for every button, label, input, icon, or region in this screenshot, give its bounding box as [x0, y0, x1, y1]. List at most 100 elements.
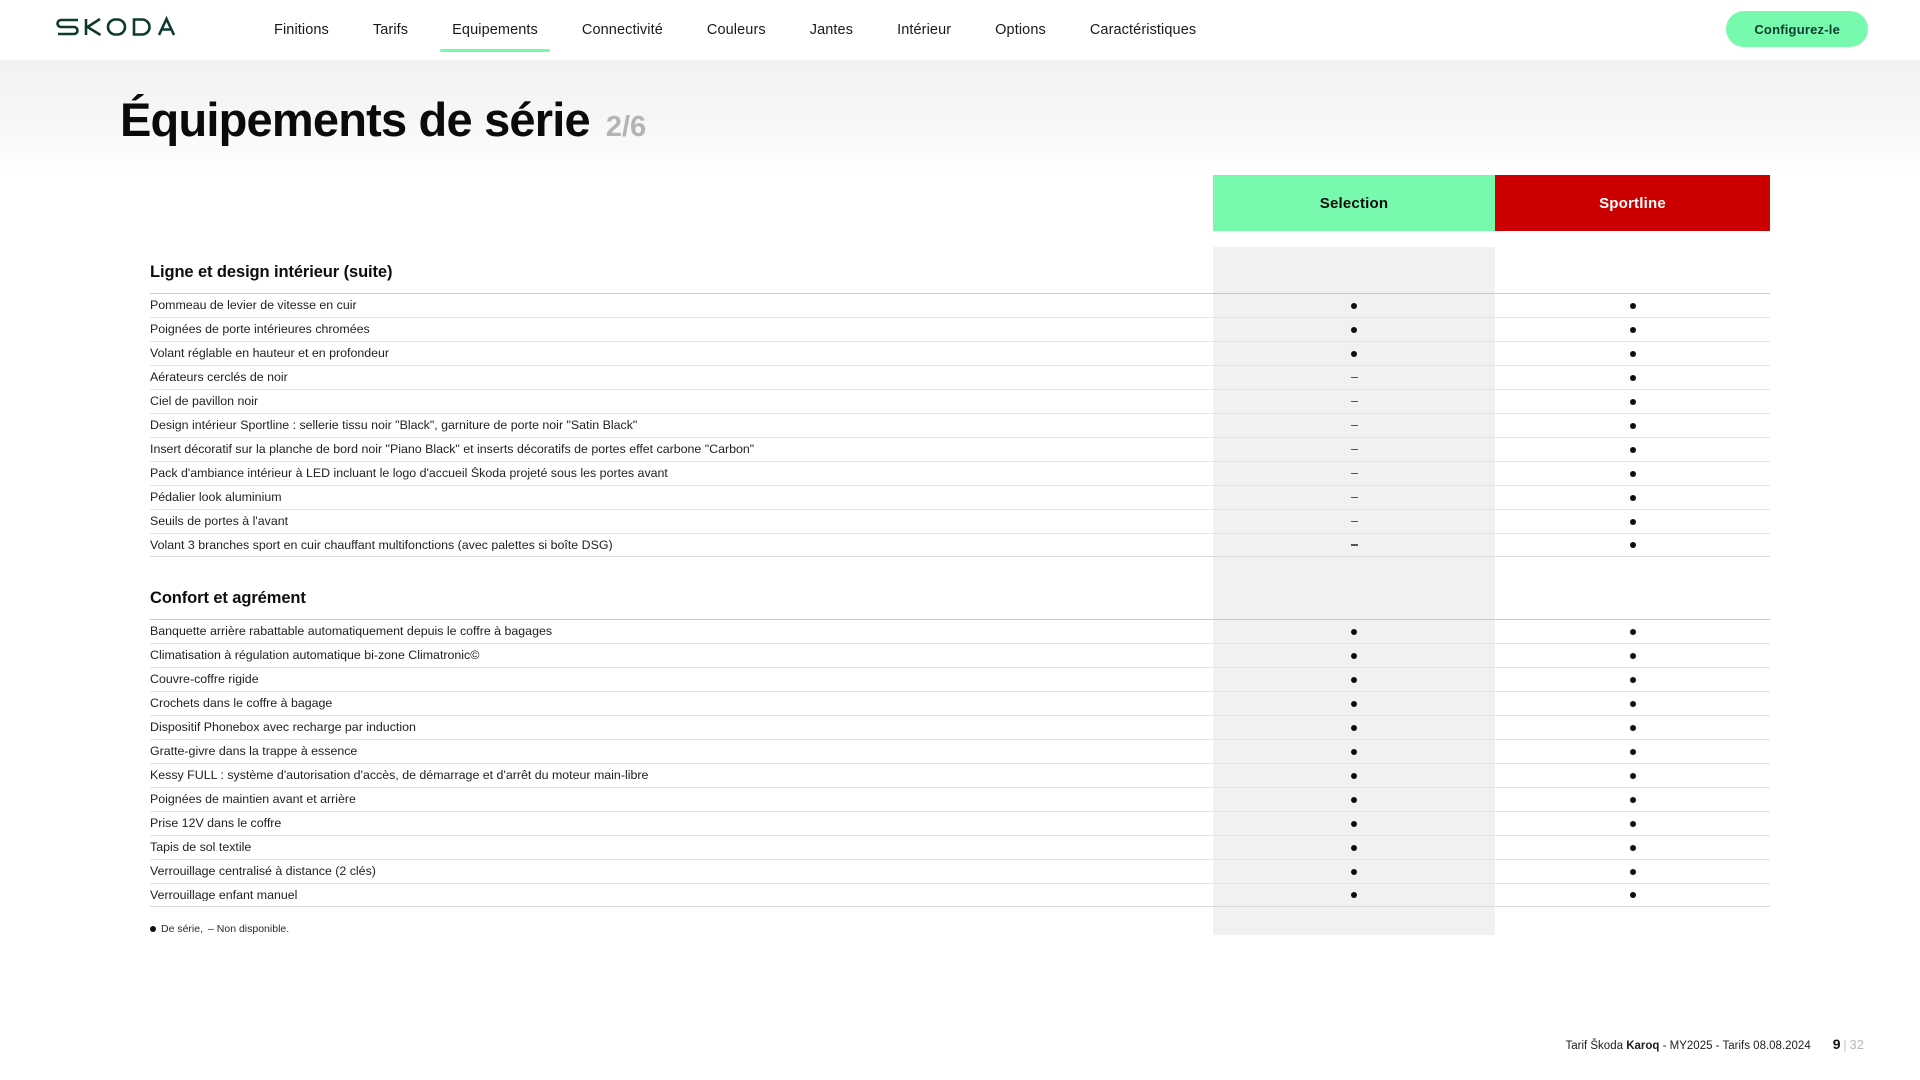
- nav-item-tarifs[interactable]: Tarifs: [351, 0, 430, 60]
- availability-cell-sportline: [1495, 796, 1770, 803]
- availability-cell-sportline: [1495, 350, 1770, 357]
- equipment-label: Gratte-givre dans la trappe à essence: [150, 745, 358, 758]
- equipment-label: Pommeau de levier de vitesse en cuir: [150, 299, 357, 312]
- column-header-sportline[interactable]: Sportline: [1495, 175, 1770, 231]
- equipment-label: Ciel de pavillon noir: [150, 395, 259, 408]
- standard-dot-icon: [1629, 772, 1636, 779]
- availability-cell-sportline: [1495, 724, 1770, 731]
- table-row: Kessy FULL : système d'autorisation d'ac…: [150, 763, 1770, 787]
- availability-cell-selection: [1213, 844, 1495, 851]
- page-number: 9 | 32: [1833, 1036, 1864, 1052]
- standard-dot-icon: [1351, 772, 1357, 779]
- availability-cell-sportline: [1495, 892, 1770, 898]
- standard-dot-icon: [1629, 844, 1636, 851]
- standard-dot-icon: [1351, 892, 1357, 898]
- equipment-label: Volant réglable en hauteur et en profond…: [150, 347, 390, 360]
- availability-cell-selection: [1213, 472, 1495, 475]
- legend-dot-icon: [150, 926, 156, 932]
- availability-cell-sportline: [1495, 542, 1770, 548]
- availability-cell-sportline: [1495, 868, 1770, 875]
- table-row: Dispositif Phonebox avec recharge par in…: [150, 715, 1770, 739]
- standard-dot-icon: [1351, 820, 1357, 827]
- availability-cell-sportline: [1495, 494, 1770, 501]
- nav-item-label: Equipements: [452, 22, 538, 38]
- configure-button[interactable]: Configurez-le: [1726, 11, 1868, 47]
- nav-item-equipements[interactable]: Equipements: [430, 0, 560, 60]
- standard-dot-icon: [1629, 868, 1636, 875]
- standard-dot-icon: [1629, 796, 1636, 803]
- table-row: Gratte-givre dans la trappe à essence: [150, 739, 1770, 763]
- nav-item-couleurs[interactable]: Couleurs: [685, 0, 788, 60]
- standard-dot-icon: [1629, 892, 1636, 898]
- skoda-logo[interactable]: [56, 13, 188, 41]
- table-row: Volant réglable en hauteur et en profond…: [150, 341, 1770, 365]
- unavailable-dash-icon: [1350, 544, 1358, 546]
- table-legend: De série, – Non disponible.: [150, 923, 1770, 935]
- standard-dot-icon: [1351, 652, 1357, 659]
- nav-item-label: Connectivité: [581, 22, 663, 38]
- standard-dot-icon: [1351, 748, 1357, 755]
- unavailable-dash-icon: [1350, 496, 1358, 499]
- nav-item-interieur[interactable]: Intérieur: [875, 0, 973, 60]
- standard-dot-icon: [1351, 700, 1357, 707]
- availability-cell-selection: [1213, 326, 1495, 333]
- availability-cell-sportline: [1495, 326, 1770, 333]
- availability-cell-sportline: [1495, 518, 1770, 525]
- standard-dot-icon: [1351, 868, 1357, 875]
- availability-cell-sportline: [1495, 772, 1770, 779]
- page-number-current: 9: [1832, 1036, 1841, 1052]
- footer-suffix: - MY2025 - Tarifs 08.08.2024: [1659, 1040, 1811, 1052]
- equipment-label: Prise 12V dans le coffre: [150, 817, 282, 830]
- availability-cell-selection: [1213, 302, 1495, 309]
- section-title: Confort et agrément: [150, 589, 306, 607]
- main-nav: Finitions Tarifs Equipements Connectivit…: [252, 0, 1218, 60]
- standard-dot-icon: [1629, 652, 1636, 659]
- availability-cell-selection: [1213, 496, 1495, 499]
- equipment-label: Couvre-coffre rigide: [150, 673, 259, 686]
- availability-cell-selection: [1213, 868, 1495, 875]
- standard-dot-icon: [1629, 326, 1636, 333]
- standard-dot-icon: [1629, 676, 1636, 683]
- availability-cell-selection: [1213, 424, 1495, 427]
- availability-cell-sportline: [1495, 446, 1770, 453]
- nav-item-label: Tarifs: [372, 22, 409, 38]
- nav-item-jantes[interactable]: Jantes: [788, 0, 875, 60]
- page-footer: Tarif Škoda Karoq - MY2025 - Tarifs 08.0…: [1565, 1036, 1864, 1052]
- nav-item-options[interactable]: Options: [973, 0, 1068, 60]
- nav-item-finitions[interactable]: Finitions: [252, 0, 351, 60]
- table-section: Confort et agrément Banquette arrière rab…: [150, 557, 1770, 907]
- standard-dot-icon: [1629, 374, 1636, 381]
- legend-serie-label: De série,: [161, 923, 204, 935]
- table-row: Pédalier look aluminium: [150, 485, 1770, 509]
- availability-cell-selection: [1213, 376, 1495, 379]
- equipment-label: Aérateurs cerclés de noir: [150, 371, 288, 384]
- table-row: Seuils de portes à l'avant: [150, 509, 1770, 533]
- availability-cell-sportline: [1495, 628, 1770, 635]
- nav-item-caracteristiques[interactable]: Caractéristiques: [1068, 0, 1218, 60]
- standard-dot-icon: [1629, 518, 1636, 525]
- equipment-label: Poignées de porte intérieures chromées: [150, 323, 370, 336]
- footer-prefix: Tarif Škoda: [1565, 1040, 1627, 1052]
- column-header-selection[interactable]: Selection: [1213, 175, 1495, 231]
- table-row: Pack d'ambiance intérieur à LED incluant…: [150, 461, 1770, 485]
- page-number-total: 32: [1849, 1037, 1864, 1052]
- equipment-label: Insert décoratif sur la planche de bord …: [150, 443, 755, 456]
- nav-item-label: Caractéristiques: [1089, 22, 1197, 38]
- table-row: Poignées de maintien avant et arrière: [150, 787, 1770, 811]
- equipment-label: Tapis de sol textile: [150, 841, 252, 854]
- table-row: Insert décoratif sur la planche de bord …: [150, 437, 1770, 461]
- availability-cell-sportline: [1495, 374, 1770, 381]
- nav-item-connectivite[interactable]: Connectivité: [560, 0, 685, 60]
- footer-model: Karoq: [1626, 1040, 1660, 1052]
- equipment-label: Verrouillage enfant manuel: [150, 888, 298, 902]
- unavailable-dash-icon: [1350, 520, 1358, 523]
- availability-cell-selection: [1213, 520, 1495, 523]
- section-title: Ligne et design intérieur (suite): [150, 263, 393, 281]
- standard-dot-icon: [1629, 398, 1636, 405]
- availability-cell-sportline: [1495, 844, 1770, 851]
- section-rows: Banquette arrière rabattable automatique…: [150, 619, 1770, 907]
- standard-dot-icon: [1351, 326, 1357, 333]
- availability-cell-selection: [1213, 724, 1495, 731]
- table-row: Climatisation à régulation automatique b…: [150, 643, 1770, 667]
- availability-cell-selection: [1213, 676, 1495, 683]
